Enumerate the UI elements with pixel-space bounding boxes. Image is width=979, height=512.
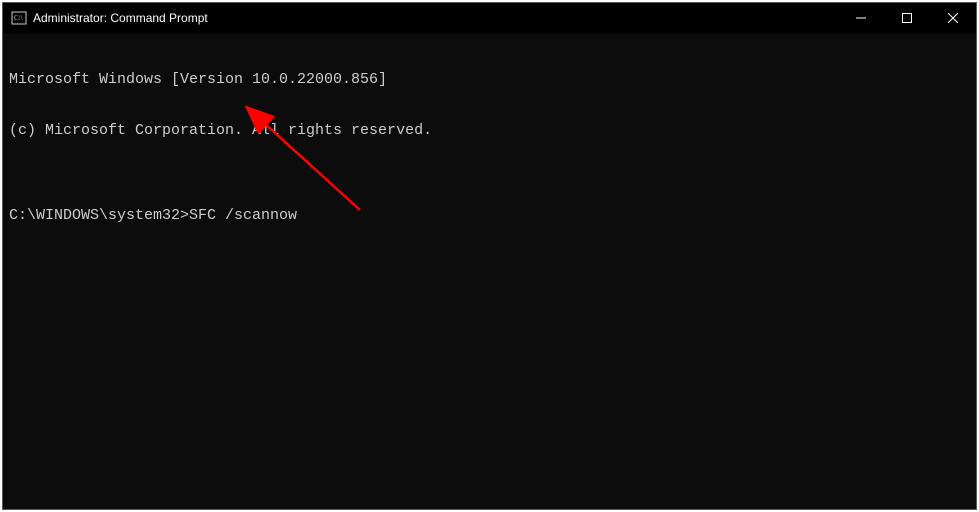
titlebar-left: C:\ Administrator: Command Prompt (3, 10, 208, 26)
command-prompt-window: C:\ Administrator: Command Prompt (2, 2, 977, 510)
close-button[interactable] (930, 3, 976, 33)
terminal-prompt-line: C:\WINDOWS\system32>SFC /scannow (9, 207, 970, 224)
window-title: Administrator: Command Prompt (33, 11, 208, 25)
titlebar[interactable]: C:\ Administrator: Command Prompt (3, 3, 976, 33)
minimize-button[interactable] (838, 3, 884, 33)
window-controls (838, 3, 976, 33)
terminal-command: SFC /scannow (189, 207, 297, 224)
terminal-prompt: C:\WINDOWS\system32> (9, 207, 189, 224)
terminal-line-copyright: (c) Microsoft Corporation. All rights re… (9, 122, 970, 139)
terminal-line-version: Microsoft Windows [Version 10.0.22000.85… (9, 71, 970, 88)
svg-text:C:\: C:\ (14, 14, 23, 22)
cmd-icon: C:\ (11, 10, 27, 26)
maximize-button[interactable] (884, 3, 930, 33)
terminal-body[interactable]: Microsoft Windows [Version 10.0.22000.85… (3, 33, 976, 509)
